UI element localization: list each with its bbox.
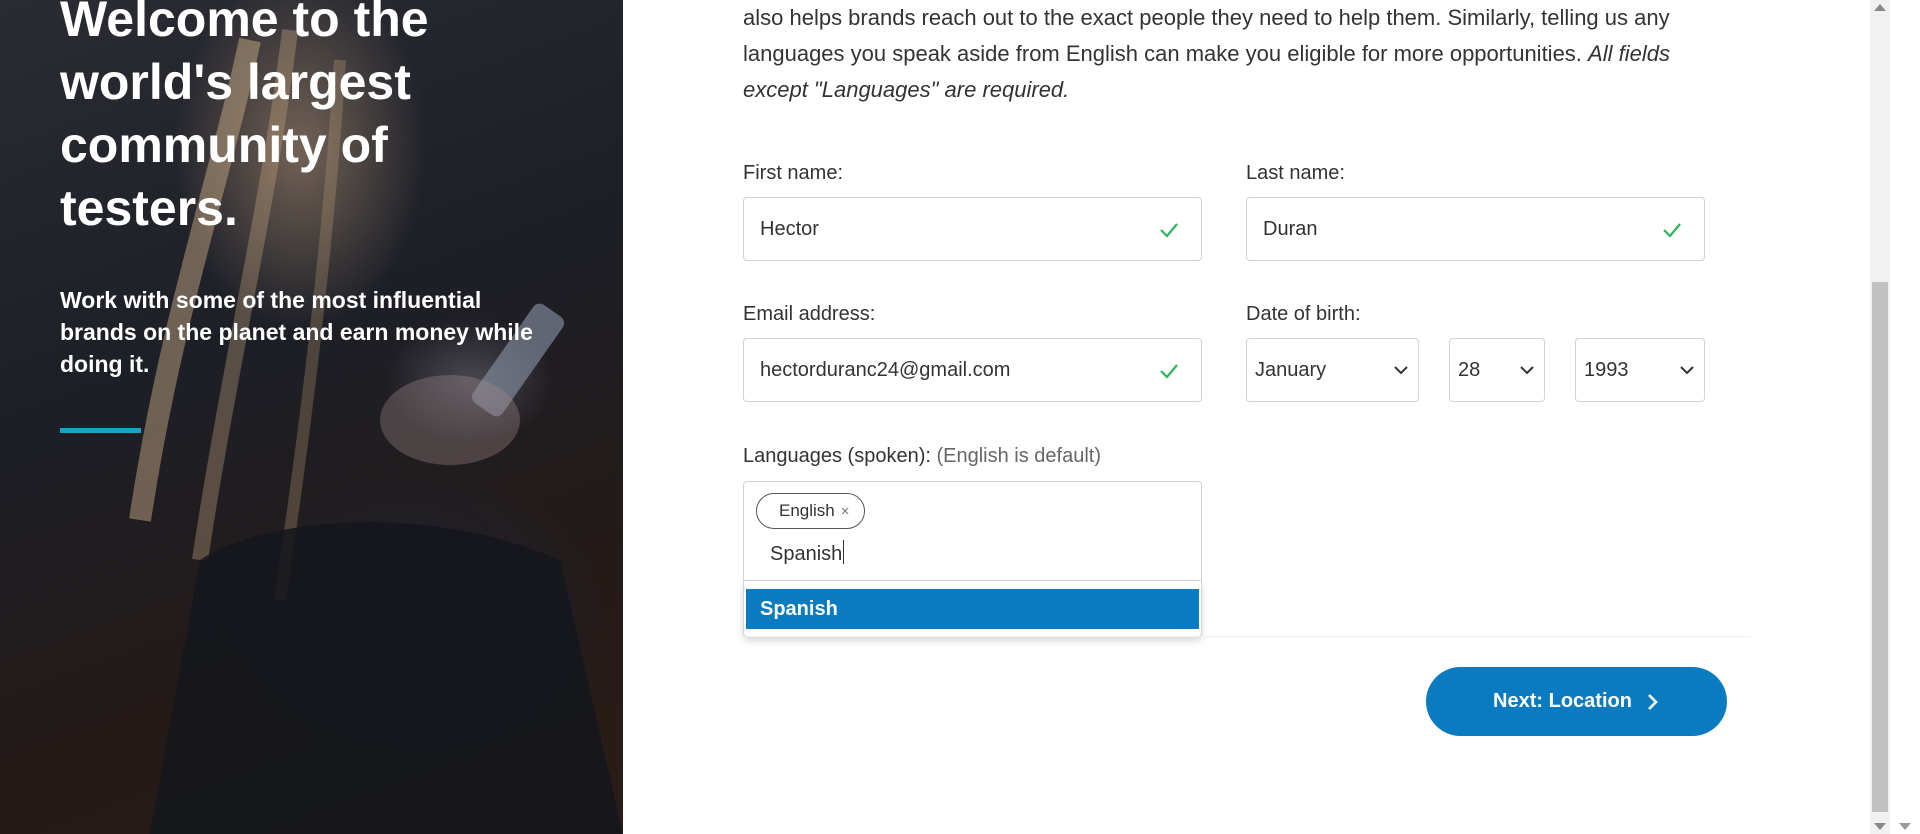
- dob-month-select[interactable]: January: [1246, 338, 1419, 402]
- first-name-value: Hector: [760, 217, 819, 240]
- form-divider: [743, 636, 1751, 637]
- next-button-label: Next: Location: [1493, 690, 1632, 712]
- dob-day-select[interactable]: 28: [1449, 338, 1545, 402]
- chevron-down-icon: [1680, 366, 1694, 375]
- dob-day-value: 28: [1458, 358, 1481, 381]
- hero-title: Welcome to the world's largest community…: [60, 0, 429, 236]
- languages-typed-text[interactable]: Spanish: [770, 540, 845, 566]
- page-scrollbar[interactable]: [1870, 0, 1890, 834]
- languages-suggestions: Spanish: [743, 581, 1202, 637]
- language-chip-english: English ×: [756, 493, 865, 529]
- chevron-down-icon: [1520, 366, 1534, 375]
- last-name-field[interactable]: Duran: [1246, 197, 1705, 261]
- first-name-label: First name:: [743, 162, 844, 184]
- chevron-right-icon: [1648, 693, 1658, 710]
- hero-accent-bar: [60, 428, 141, 433]
- intro-text: also helps brands reach out to the exact…: [743, 5, 1670, 66]
- languages-hint: (English is default): [936, 445, 1102, 467]
- last-name-label: Last name:: [1246, 162, 1345, 184]
- scroll-down-arrow-icon[interactable]: [1899, 823, 1911, 830]
- check-icon: [1160, 223, 1178, 238]
- suggestion-option-spanish[interactable]: Spanish: [746, 589, 1199, 629]
- email-label: Email address:: [743, 303, 876, 325]
- scroll-down-arrow-icon[interactable]: [1874, 823, 1886, 830]
- scroll-up-arrow-icon[interactable]: [1874, 4, 1886, 11]
- languages-label-text: Languages (spoken):: [743, 445, 931, 467]
- text-caret: [843, 540, 845, 564]
- window-gutter: [1890, 0, 1920, 834]
- dob-label: Date of birth:: [1246, 303, 1361, 325]
- email-value: hectorduranc24@gmail.com: [760, 358, 1011, 381]
- chevron-down-icon: [1394, 366, 1408, 375]
- scroll-thumb[interactable]: [1872, 282, 1888, 812]
- hero-subtitle: Work with some of the most influential b…: [60, 287, 533, 377]
- next-location-button[interactable]: Next: Location: [1426, 667, 1727, 736]
- languages-input[interactable]: English × Spanish: [743, 481, 1202, 581]
- email-field[interactable]: hectorduranc24@gmail.com: [743, 338, 1202, 402]
- chip-remove-icon[interactable]: ×: [841, 503, 850, 520]
- language-chip-label: English: [779, 501, 835, 520]
- dob-year-value: 1993: [1584, 358, 1629, 381]
- languages-typed-value: Spanish: [770, 543, 843, 565]
- dob-year-select[interactable]: 1993: [1575, 338, 1705, 402]
- first-name-field[interactable]: Hector: [743, 197, 1202, 261]
- check-icon: [1663, 223, 1681, 238]
- hero-panel: Welcome to the world's largest community…: [0, 0, 623, 834]
- languages-label: Languages (spoken): (English is default): [743, 445, 1101, 468]
- last-name-value: Duran: [1263, 217, 1318, 240]
- check-icon: [1160, 364, 1178, 379]
- intro-paragraph: also helps brands reach out to the exact…: [743, 0, 1733, 108]
- dob-month-value: January: [1255, 358, 1327, 381]
